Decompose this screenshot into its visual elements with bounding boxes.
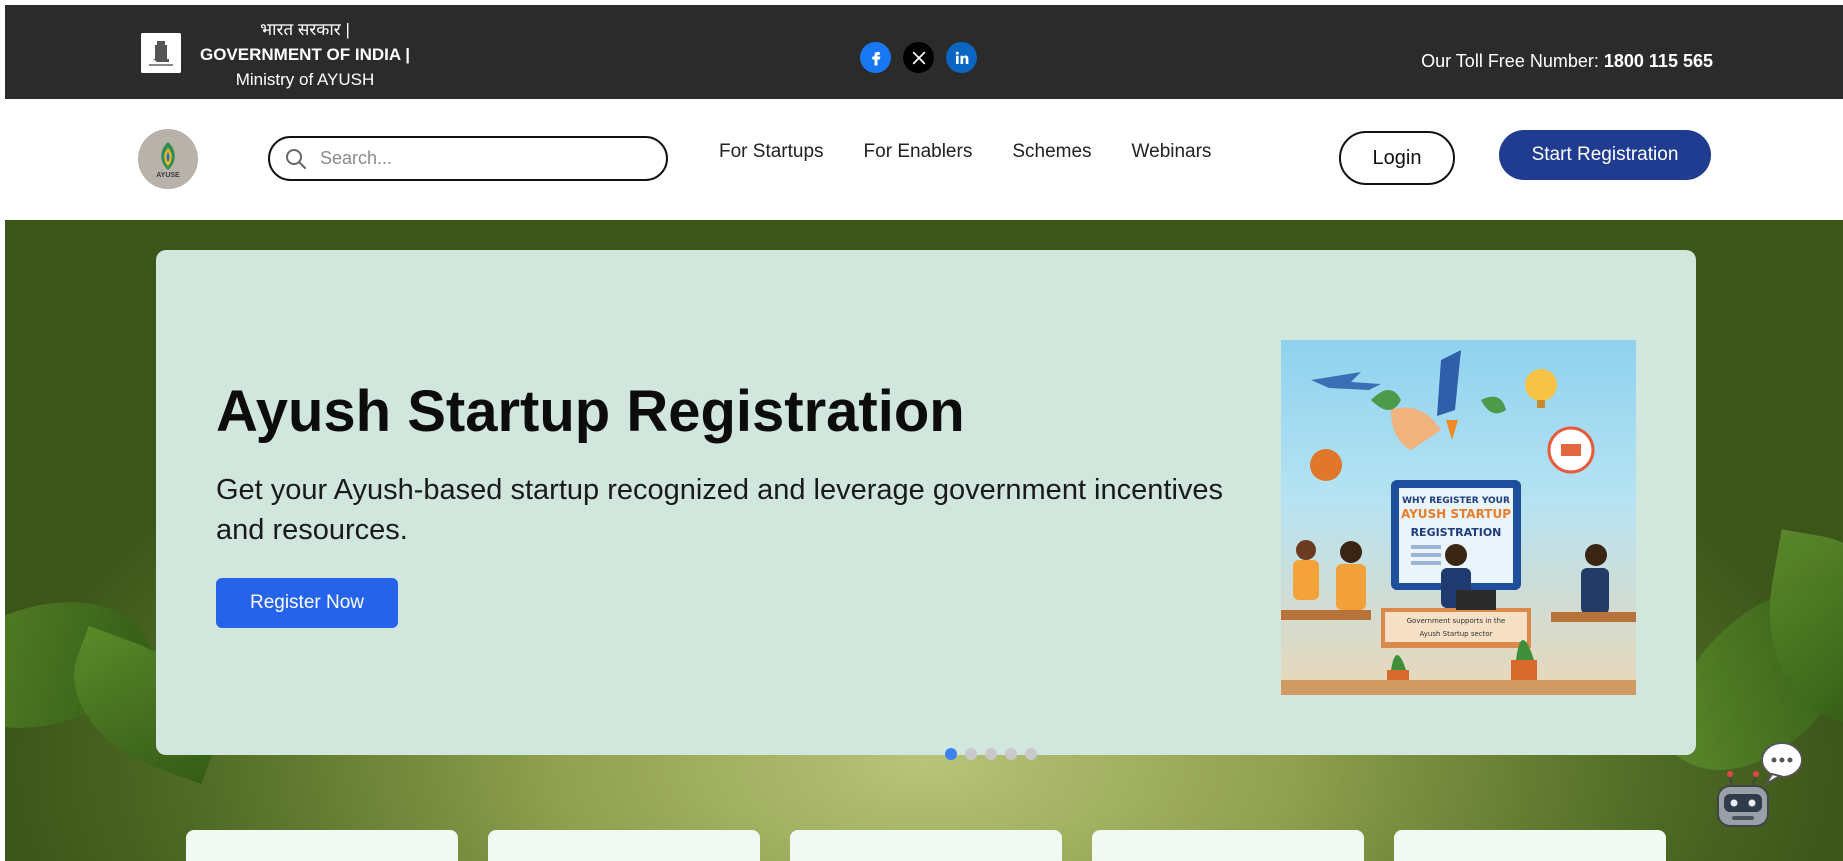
illus-line1: WHY REGISTER YOUR (1402, 496, 1510, 506)
nav-menu: For Startups For Enablers Schemes Webina… (719, 141, 1211, 163)
gov-topbar: भारत सरकार | GOVERNMENT OF INDIA | Minis… (5, 5, 1843, 99)
linkedin-icon[interactable] (946, 42, 977, 73)
feature-cards-row (186, 830, 1666, 861)
search-icon (286, 148, 306, 169)
carousel-dot-4[interactable] (1005, 748, 1017, 760)
feature-card[interactable] (790, 830, 1062, 861)
chatbot-icon[interactable] (1710, 740, 1803, 830)
illus-caption2: Ayush Startup sector (1419, 630, 1492, 638)
feature-card[interactable] (488, 830, 760, 861)
feature-card[interactable] (186, 830, 458, 861)
toll-label: Our Toll Free Number: (1421, 51, 1599, 71)
hero-title: Ayush Startup Registration (216, 379, 965, 444)
illus-line2: AYUSH STARTUP (1401, 507, 1511, 521)
nav-item-for-enablers[interactable]: For Enablers (864, 141, 973, 163)
toll-number: 1800 115 565 (1603, 51, 1713, 71)
feature-card[interactable] (1394, 830, 1666, 861)
x-twitter-icon[interactable] (903, 42, 934, 73)
nav-item-schemes[interactable]: Schemes (1012, 141, 1091, 163)
toll-free-number: Our Toll Free Number: 1800 115 565 (1421, 51, 1713, 72)
ayush-logo[interactable]: AYUSE (138, 129, 198, 189)
feature-card[interactable] (1092, 830, 1364, 861)
logo-text: AYUSE (156, 171, 180, 179)
nav-item-for-startups[interactable]: For Startups (719, 141, 824, 163)
carousel-dot-3[interactable] (985, 748, 997, 760)
illus-line3: REGISTRATION (1411, 526, 1502, 539)
start-registration-button[interactable]: Start Registration (1499, 130, 1711, 180)
carousel-dot-5[interactable] (1025, 748, 1037, 760)
page-frame: भारत सरकार | GOVERNMENT OF INDIA | Minis… (5, 5, 1843, 861)
startup-illustration: WHY REGISTER YOUR AYUSH STARTUP REGISTRA… (1281, 340, 1636, 695)
login-button[interactable]: Login (1339, 131, 1455, 185)
facebook-icon[interactable] (860, 42, 891, 73)
ministry-text: Ministry of AYUSH (235, 70, 375, 89)
gov-hindi-text: भारत सरकार | (260, 20, 350, 39)
hero-carousel-slide: Ayush Startup Registration Get your Ayus… (156, 250, 1696, 755)
national-emblem-icon (141, 33, 181, 73)
register-now-button[interactable]: Register Now (216, 578, 398, 628)
carousel-dot-1[interactable] (945, 748, 957, 760)
leaf-logo-icon (161, 141, 175, 170)
carousel-dot-2[interactable] (965, 748, 977, 760)
gov-english-text: GOVERNMENT OF INDIA | (199, 45, 411, 64)
search-box[interactable] (268, 136, 668, 181)
hero-section: Ayush Startup Registration Get your Ayus… (5, 220, 1843, 861)
search-input[interactable] (318, 147, 642, 170)
nav-item-webinars[interactable]: Webinars (1132, 141, 1212, 163)
illus-caption1: Government supports in the (1407, 617, 1506, 625)
main-navbar: AYUSE For Startups For Enablers Schemes … (5, 99, 1843, 220)
social-links (860, 42, 977, 73)
government-title: भारत सरकार | GOVERNMENT OF INDIA | Minis… (185, 17, 425, 92)
carousel-dots (945, 748, 1037, 760)
hero-subtitle: Get your Ayush-based startup recognized … (216, 474, 1224, 546)
